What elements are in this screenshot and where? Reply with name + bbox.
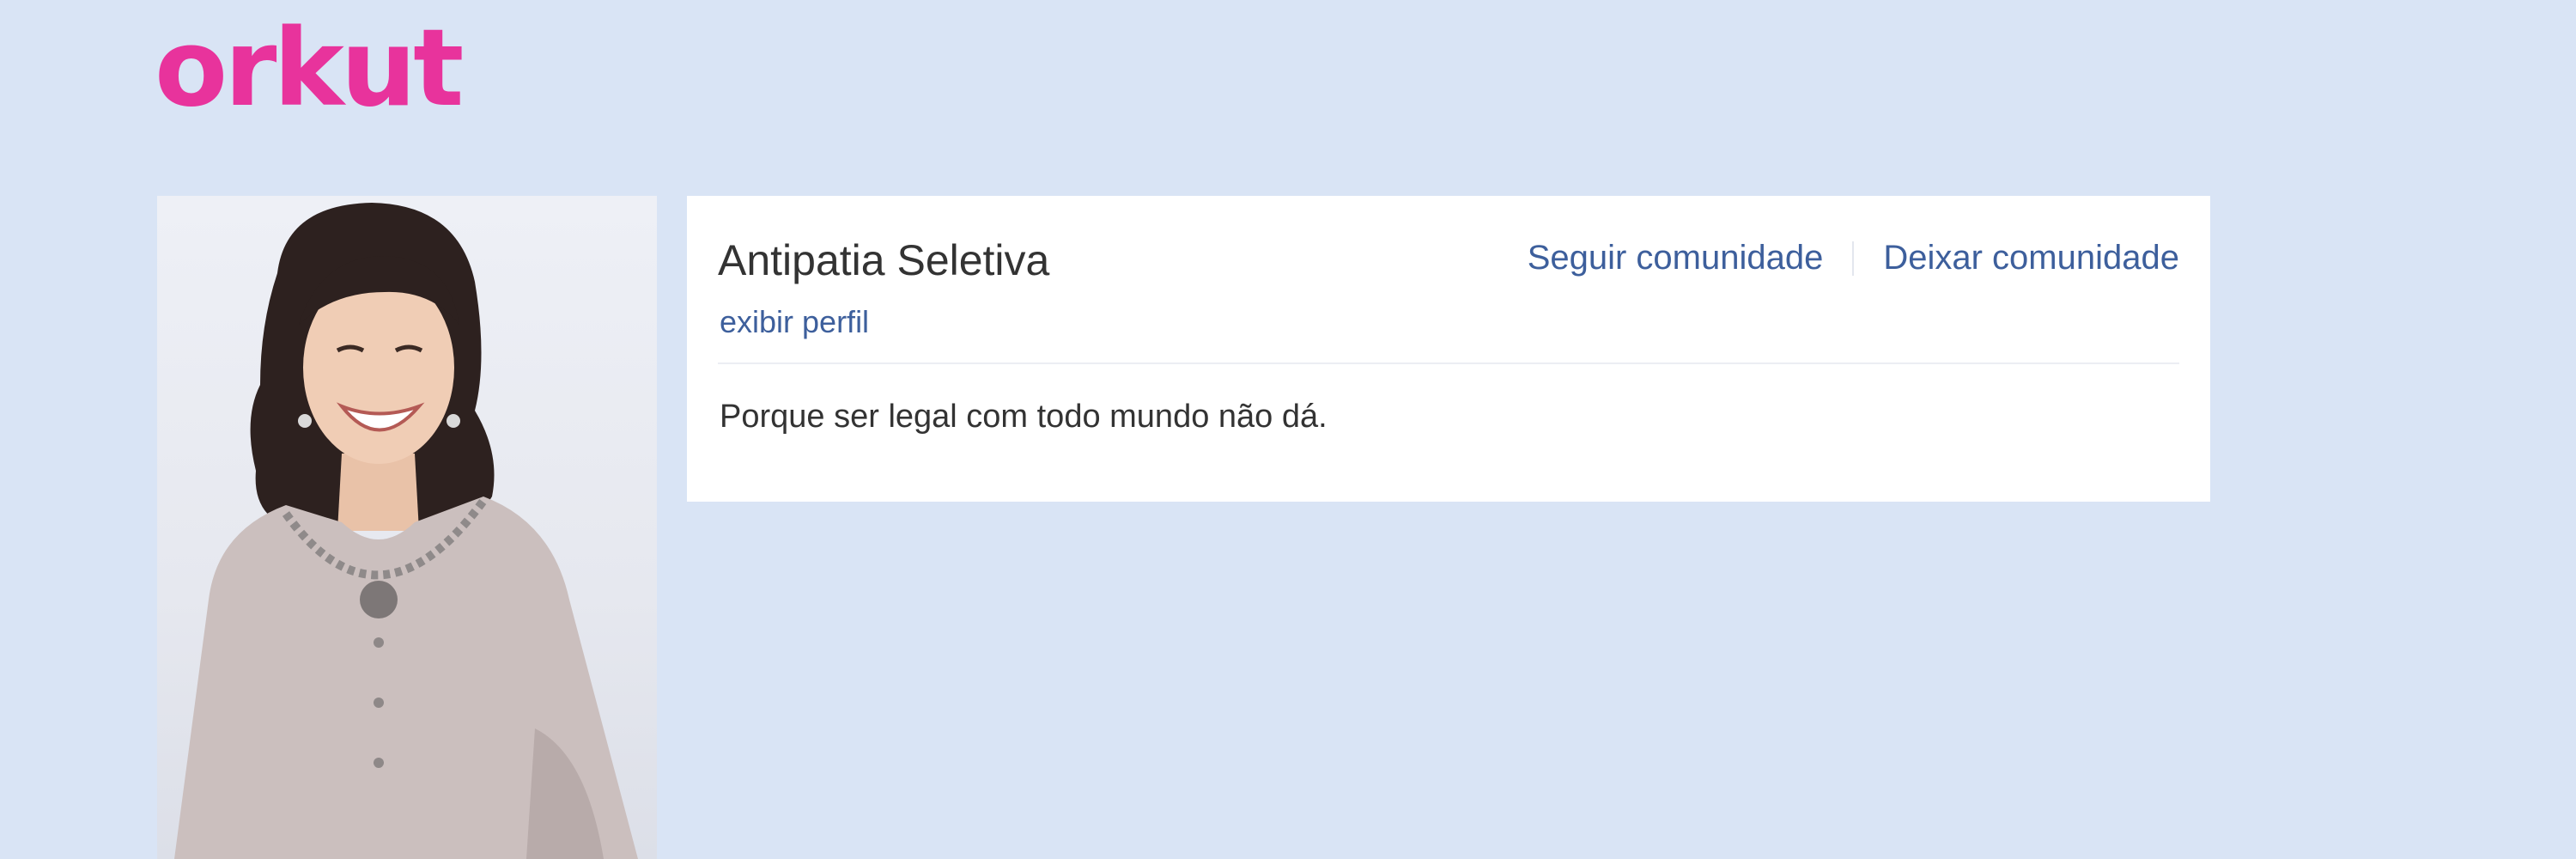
view-profile-link[interactable]: exibir perfil — [720, 304, 869, 340]
actions-separator — [1852, 241, 1855, 276]
follow-community-link[interactable]: Seguir comunidade — [1528, 239, 1824, 277]
orkut-logo[interactable]: orkut — [155, 15, 464, 122]
community-photo — [174, 203, 638, 859]
community-avatar — [157, 196, 657, 859]
community-title: Antipatia Seletiva — [718, 236, 1050, 284]
community-card: Antipatia Seletiva exibir perfil Seguir … — [687, 196, 2210, 502]
community-actions: Seguir comunidade Deixar comunidade — [1528, 239, 2179, 277]
community-description: Porque ser legal com todo mundo não dá. — [720, 399, 1327, 435]
card-divider — [718, 362, 2179, 364]
leave-community-link[interactable]: Deixar comunidade — [1883, 239, 2179, 277]
